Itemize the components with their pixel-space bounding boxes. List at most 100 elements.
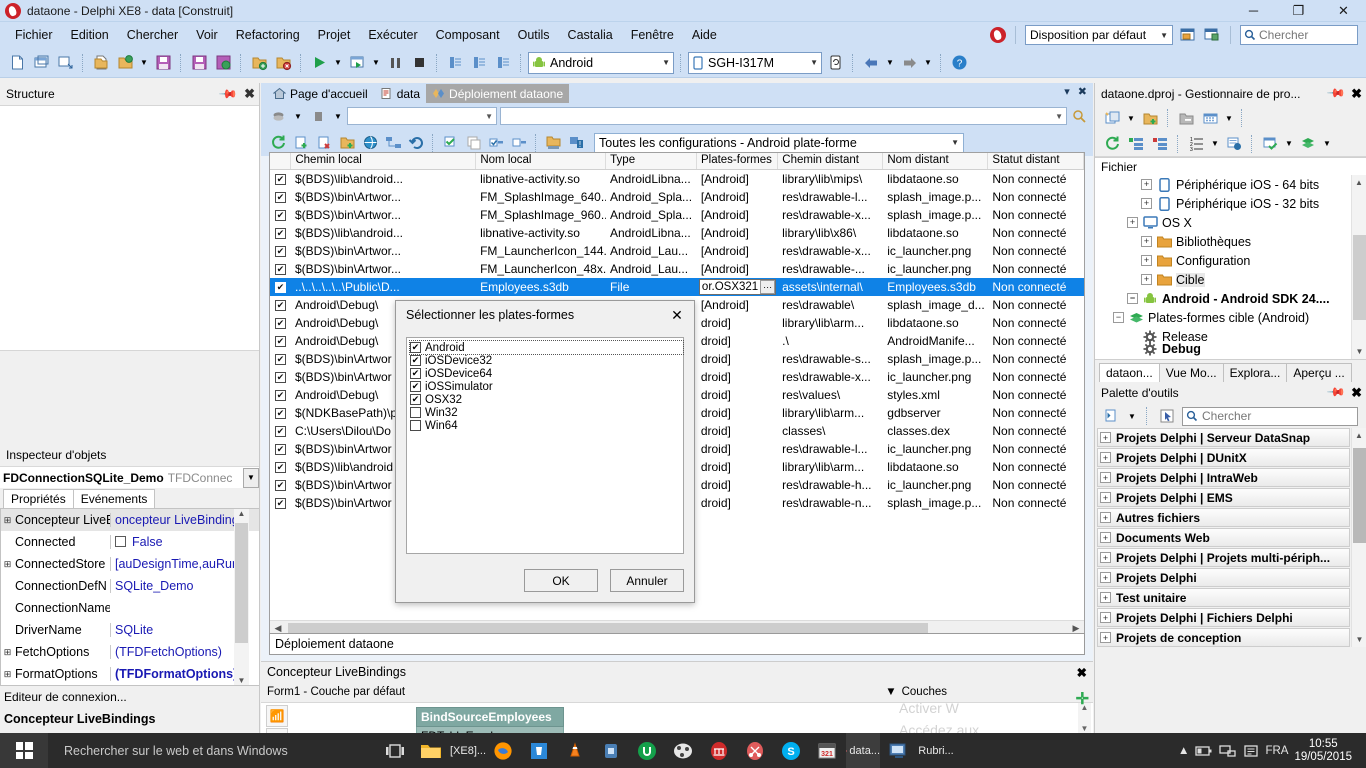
chevron-down-icon[interactable]: ▼ <box>243 467 259 488</box>
disable-selected-icon[interactable] <box>508 132 530 154</box>
expand-icon[interactable]: + <box>1100 552 1111 563</box>
tab-evenements[interactable]: Evénements <box>72 489 156 508</box>
column-chemin-distant[interactable]: Chemin distant <box>778 153 884 169</box>
property-row[interactable]: Connected False <box>1 531 259 553</box>
member-combo[interactable]: ▼ <box>500 107 1067 125</box>
pin-icon[interactable]: 📌 <box>1325 83 1346 105</box>
forward-arrow-icon[interactable] <box>898 52 920 74</box>
close-icon[interactable]: ✖ <box>1078 85 1087 98</box>
checkbox-icon[interactable] <box>410 407 421 418</box>
menu-voir[interactable]: Voir <box>187 25 227 45</box>
target-platform-combo[interactable]: Android ▼ <box>528 51 674 74</box>
row-checkbox[interactable]: ✔ <box>270 389 291 401</box>
pause-icon[interactable] <box>384 52 406 74</box>
app-icon-1[interactable] <box>594 733 628 768</box>
pin-icon[interactable]: 📌 <box>1325 382 1346 404</box>
run-to-cursor-icon[interactable] <box>492 52 514 74</box>
add-file-icon[interactable] <box>290 132 312 154</box>
new-file-icon[interactable] <box>6 52 28 74</box>
language-indicator[interactable]: FRA <box>1265 745 1288 757</box>
bank-app-icon[interactable] <box>702 733 736 768</box>
add-project-folder-icon[interactable] <box>1139 107 1161 129</box>
menu-executer[interactable]: Exécuter <box>359 25 426 45</box>
class-combo[interactable]: ▼ <box>347 107 497 125</box>
palette-category[interactable]: + Test unitaire <box>1097 588 1350 607</box>
expand-icon[interactable]: + <box>1100 592 1111 603</box>
configuration-combo[interactable]: Toutes les configurations - Android plat… <box>594 132 964 153</box>
chart-icon[interactable]: 📶 <box>266 705 288 727</box>
network-icon[interactable] <box>1219 744 1237 758</box>
row-checkbox[interactable]: ✔ <box>270 335 291 347</box>
tray-expand-icon[interactable]: ▲ <box>1178 745 1189 757</box>
tab-dataone[interactable]: dataon... <box>1099 363 1160 382</box>
ok-button[interactable]: OK <box>524 569 598 592</box>
refresh-icon[interactable] <box>1101 133 1123 155</box>
checkbox-icon[interactable]: ✔ <box>274 479 286 491</box>
platform-checklist-item[interactable]: Win32 <box>410 406 683 419</box>
tab-explorateur[interactable]: Explora... <box>1222 363 1288 382</box>
new-project-icon[interactable] <box>1101 107 1123 129</box>
sort-dropdown-icon[interactable]: ▼ <box>1209 133 1221 155</box>
platform-checklist-item[interactable]: ✔ Android <box>409 340 684 355</box>
tree-node[interactable]: Debug <box>1095 339 1366 358</box>
property-row[interactable]: ⊞ FormatOptions (TFDFormatOptions) <box>1 663 259 685</box>
column-type[interactable]: Type <box>606 153 697 169</box>
tree-node[interactable]: + Cible <box>1095 270 1366 289</box>
palette-category[interactable]: + Projets Delphi | Projets multi-périph..… <box>1097 548 1350 567</box>
open-project-icon[interactable] <box>114 52 136 74</box>
scroll-up-icon[interactable]: ▲ <box>1352 175 1366 190</box>
row-checkbox[interactable]: ✔ <box>270 281 291 293</box>
help-taskbar-icon[interactable]: ? Rubri... <box>918 733 953 768</box>
help-icon[interactable]: ? <box>948 52 970 74</box>
tool-palette-list[interactable]: + Projets Delphi | Serveur DataSnap + Proje… <box>1095 428 1366 647</box>
expand-icon[interactable]: + <box>1100 432 1111 443</box>
scroll-down-icon[interactable]: ▼ <box>1352 344 1366 359</box>
expand-icon[interactable]: + <box>1100 492 1111 503</box>
expand-icon[interactable]: + <box>1141 274 1152 285</box>
expand-icon[interactable]: + <box>1141 179 1152 190</box>
tree-node[interactable]: + Périphérique iOS - 32 bits <box>1095 194 1366 213</box>
refresh-devices-icon[interactable] <box>824 52 846 74</box>
minimize-button[interactable]: ─ <box>1231 0 1276 22</box>
trace-into-icon[interactable] <box>444 52 466 74</box>
checkbox-icon[interactable]: ✔ <box>274 227 286 239</box>
tree-node[interactable]: − Android - Android SDK 24.... <box>1095 289 1366 308</box>
column-plates-formes[interactable]: Plates-formes <box>697 153 779 169</box>
table-row[interactable]: ✔ $(BDS)\lib\android... libnative-activity… <box>270 170 1084 188</box>
palette-pointer-icon[interactable] <box>1156 405 1178 427</box>
class-icon[interactable] <box>267 105 289 127</box>
save-all-icon[interactable] <box>188 52 210 74</box>
platforms-inline-editor[interactable]: or.OSX321 ··· <box>698 279 777 295</box>
cancel-button[interactable]: Annuler <box>610 569 684 592</box>
store-icon[interactable] <box>522 733 556 768</box>
menu-aide[interactable]: Aide <box>683 25 726 45</box>
firefox-icon[interactable] <box>486 733 520 768</box>
collapse-all-icon[interactable] <box>1149 133 1171 155</box>
member-icon[interactable] <box>307 105 329 127</box>
checkbox-icon[interactable]: ✔ <box>274 425 286 437</box>
expand-icon[interactable]: ⊞ <box>1 669 14 680</box>
battery-icon[interactable] <box>1195 744 1213 758</box>
row-checkbox[interactable]: ✔ <box>270 425 291 437</box>
tab-page-daccueil[interactable]: Page d'accueil <box>267 84 374 103</box>
target-platform-icon[interactable] <box>1297 133 1319 155</box>
checkbox-icon[interactable]: ✔ <box>410 342 421 353</box>
expand-icon[interactable]: + <box>1141 236 1152 247</box>
scrollbar-thumb[interactable] <box>235 523 248 643</box>
member-dropdown-icon[interactable]: ▼ <box>332 105 344 127</box>
calendar-icon[interactable]: 321 <box>810 733 844 768</box>
scissors-app-icon[interactable] <box>738 733 772 768</box>
action-center-icon[interactable] <box>1243 744 1259 758</box>
column-nom-local[interactable]: Nom local <box>476 153 607 169</box>
expand-icon[interactable]: + <box>1100 572 1111 583</box>
enable-selected-icon[interactable] <box>485 132 507 154</box>
palette-category[interactable]: + Projets Delphi | Serveur DataSnap <box>1097 428 1350 447</box>
tab-apercu[interactable]: Aperçu ... <box>1286 363 1352 382</box>
table-row[interactable]: ✔ $(BDS)\lib\android... libnative-activity… <box>270 224 1084 242</box>
scrollbar-thumb[interactable] <box>1353 235 1366 320</box>
expand-icon[interactable]: + <box>1141 255 1152 266</box>
tab-vue-modele[interactable]: Vue Mo... <box>1158 363 1224 382</box>
object-selector[interactable]: FDConnectionSQLite_Demo TFDConnec ▼ <box>0 466 259 488</box>
collapse-icon[interactable]: − <box>1127 293 1138 304</box>
palette-scrollbar[interactable]: ▲ ▼ <box>1351 428 1366 647</box>
